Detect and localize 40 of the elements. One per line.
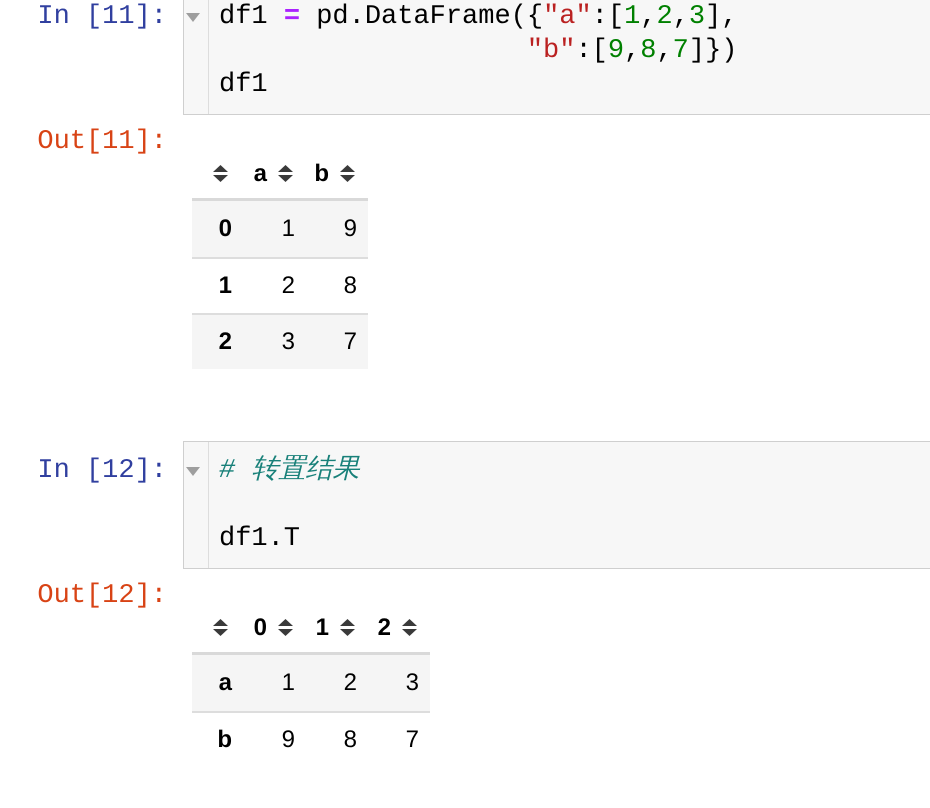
column-header[interactable]: a bbox=[254, 160, 267, 188]
input-prompt: In [11]: bbox=[37, 1, 167, 34]
table-cell-text: 9 bbox=[280, 726, 296, 754]
table-cell-text: 7 bbox=[342, 328, 358, 356]
output-prompt: Out[11]: bbox=[37, 126, 167, 159]
column-header[interactable]: 2 bbox=[378, 614, 391, 642]
code-line: df1.T bbox=[219, 523, 300, 556]
column-header[interactable]: 0 bbox=[254, 614, 267, 642]
table-cell-text: 1 bbox=[280, 215, 296, 243]
code-cell[interactable]: # 转置结果 df1.T bbox=[183, 441, 930, 569]
row-header: a bbox=[218, 669, 234, 697]
table-cell-text: 1 bbox=[280, 669, 296, 697]
table-cell-text: 2 bbox=[280, 272, 296, 300]
sort-icon[interactable] bbox=[213, 619, 228, 636]
row-header: 0 bbox=[218, 215, 233, 243]
row-header: 1 bbox=[218, 272, 233, 300]
column-header[interactable]: b bbox=[314, 160, 329, 188]
row-header: 2 bbox=[218, 328, 233, 356]
code-line: # 转置结果 bbox=[219, 454, 360, 488]
sort-icon[interactable] bbox=[213, 165, 228, 182]
sort-icon[interactable] bbox=[340, 165, 355, 182]
sort-icon[interactable] bbox=[278, 619, 293, 636]
table-cell-text: 3 bbox=[404, 669, 420, 697]
code-line: "b":[9,8,7]}) bbox=[526, 35, 738, 68]
output-prompt: Out[12]: bbox=[37, 580, 167, 613]
code-line: df1 bbox=[219, 69, 268, 102]
input-prompt: In [12]: bbox=[37, 455, 167, 488]
table-cell-text: 8 bbox=[342, 726, 358, 754]
table-cell-text: 9 bbox=[342, 215, 358, 243]
table-cell-text: 7 bbox=[404, 726, 420, 754]
row-header: b bbox=[216, 726, 233, 754]
sort-icon[interactable] bbox=[402, 619, 417, 636]
table-cell-text: 3 bbox=[280, 328, 296, 356]
code-line: df1 = pd.DataFrame({"a":[1,2,3], bbox=[219, 1, 738, 34]
table-cell-text: 2 bbox=[342, 669, 358, 697]
column-header[interactable]: 1 bbox=[316, 614, 329, 642]
sort-icon[interactable] bbox=[340, 619, 355, 636]
table-cell-text: 8 bbox=[342, 272, 358, 300]
code-cell[interactable]: df1 = pd.DataFrame({"a":[1,2,3], "b":[9,8,7]}) df1 bbox=[183, 0, 930, 115]
sort-icon[interactable] bbox=[278, 165, 293, 182]
